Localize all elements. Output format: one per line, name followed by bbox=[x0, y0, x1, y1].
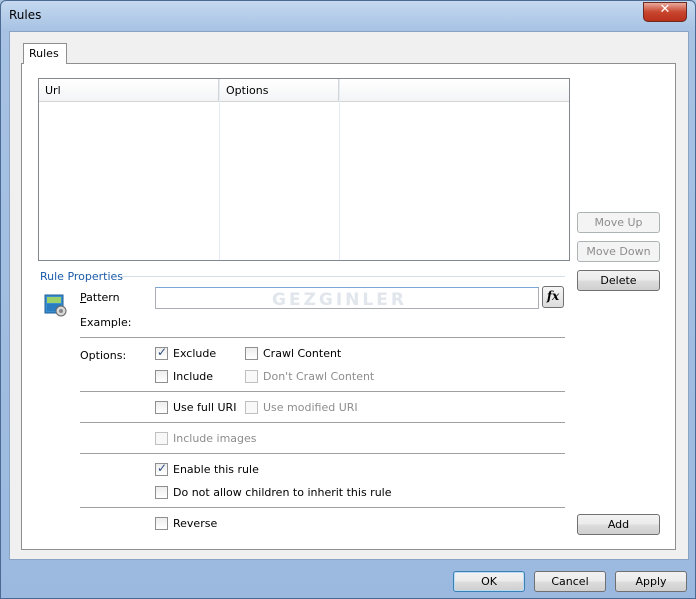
reverse-label: Reverse bbox=[173, 517, 218, 530]
column-header-url[interactable]: Url bbox=[39, 79, 219, 102]
dialog-client-area: Rules Url Options Move Up Move Down Dele… bbox=[9, 31, 689, 560]
example-label: Example: bbox=[80, 316, 132, 329]
column-options: Options bbox=[220, 79, 340, 260]
separator bbox=[80, 422, 565, 423]
rule-properties-label: Rule Properties bbox=[40, 270, 124, 283]
dont-crawl-content-label: Don't Crawl Content bbox=[263, 370, 375, 383]
checkbox-box bbox=[155, 517, 168, 530]
checkbox-box bbox=[155, 370, 168, 383]
rules-dialog: Rules ✕ Rules Url Options Move Up Move D… bbox=[0, 0, 696, 599]
checkbox-box: ✓ bbox=[155, 461, 168, 476]
rule-properties-divider bbox=[120, 276, 565, 277]
window-title: Rules bbox=[9, 8, 42, 22]
apply-button[interactable]: Apply bbox=[615, 571, 687, 592]
enable-rule-label: Enable this rule bbox=[173, 463, 259, 476]
move-down-button[interactable]: Move Down bbox=[577, 241, 660, 262]
use-modified-uri-label: Use modified URI bbox=[263, 401, 358, 414]
add-button[interactable]: Add bbox=[577, 514, 660, 535]
fx-function-button[interactable]: fx bbox=[542, 286, 564, 308]
delete-button[interactable]: Delete bbox=[577, 270, 660, 291]
function-icon: fx bbox=[546, 289, 560, 303]
options-label: Options: bbox=[80, 349, 127, 362]
pattern-input[interactable] bbox=[155, 287, 539, 309]
checkbox-box bbox=[245, 370, 258, 383]
include-label: Include bbox=[173, 370, 214, 383]
move-up-button[interactable]: Move Up bbox=[577, 212, 660, 233]
separator bbox=[80, 507, 565, 508]
column-empty bbox=[340, 79, 569, 260]
title-bar[interactable]: Rules ✕ bbox=[1, 1, 695, 31]
rule-settings-icon bbox=[44, 294, 67, 317]
pattern-label: Pattern bbox=[80, 291, 120, 304]
use-full-uri-label: Use full URI bbox=[173, 401, 237, 414]
include-images-label: Include images bbox=[173, 432, 257, 445]
dialog-footer: OK Cancel Apply bbox=[1, 559, 695, 599]
separator bbox=[80, 337, 565, 338]
no-inherit-label: Do not allow children to inherit this ru… bbox=[173, 486, 392, 499]
separator bbox=[80, 453, 565, 454]
cancel-button[interactable]: Cancel bbox=[534, 571, 606, 592]
column-header-empty[interactable] bbox=[340, 79, 569, 102]
tab-rules-label: Rules bbox=[29, 47, 59, 60]
tab-rules[interactable]: Rules bbox=[23, 43, 67, 64]
ok-button[interactable]: OK bbox=[453, 571, 525, 592]
checkbox-box bbox=[245, 401, 258, 414]
rules-list[interactable]: Url Options bbox=[38, 78, 570, 261]
checkbox-box bbox=[155, 401, 168, 414]
close-button[interactable]: ✕ bbox=[643, 2, 687, 22]
column-url: Url bbox=[39, 79, 220, 260]
checkbox-box: ✓ bbox=[155, 345, 168, 360]
checkbox-box bbox=[155, 432, 168, 445]
rules-tab-panel: Url Options Move Up Move Down Delete Rul… bbox=[21, 63, 676, 550]
column-header-options[interactable]: Options bbox=[220, 79, 339, 102]
separator bbox=[80, 391, 565, 392]
exclude-label: Exclude bbox=[173, 347, 217, 360]
crawl-content-label: Crawl Content bbox=[263, 347, 342, 360]
close-icon: ✕ bbox=[659, 2, 671, 17]
checkbox-box bbox=[245, 347, 258, 360]
checkbox-box bbox=[155, 486, 168, 499]
